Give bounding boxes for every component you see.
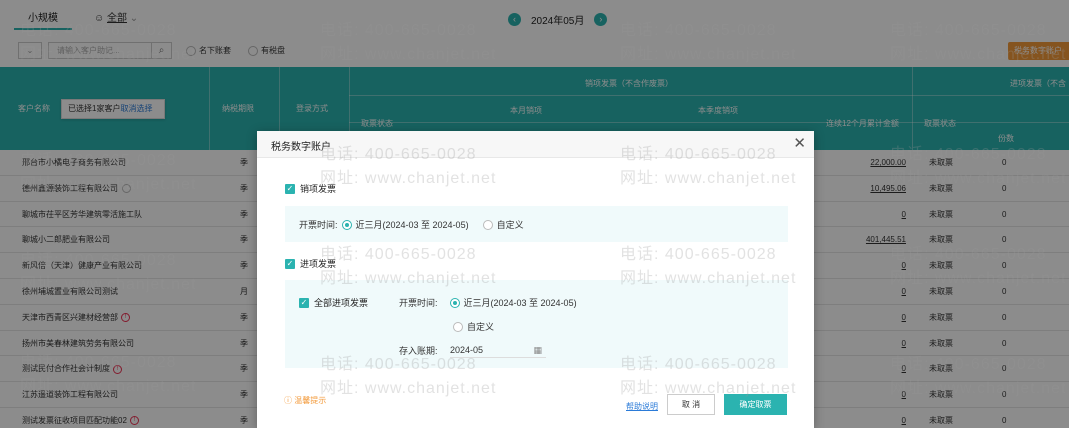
checkbox-checked-icon: ✓ bbox=[285, 258, 295, 269]
sales-options-panel: 开票时间: 近三月(2024-03 至 2024-05) 自定义 bbox=[285, 206, 788, 242]
sales-invoice-checkbox[interactable]: ✓ 销项发票 bbox=[285, 182, 336, 195]
checkbox-checked-icon: ✓ bbox=[299, 297, 309, 308]
tax-account-dialog: 税务数字账户 ✕ ✓ 销项发票 开票时间: 近三月(2024-03 至 2024… bbox=[257, 131, 814, 428]
radio-recent3-input[interactable] bbox=[449, 297, 460, 308]
all-input-checkbox[interactable]: ✓ 全部进项发票 bbox=[299, 296, 368, 309]
sales-open-time-label: 开票时间: bbox=[299, 220, 338, 230]
close-icon[interactable]: ✕ bbox=[793, 135, 806, 153]
recent3-input-label: 近三月(2024-03 至 2024-05) bbox=[463, 298, 577, 308]
account-period-label: 存入账期: bbox=[399, 346, 438, 356]
radio-recent3-sales[interactable] bbox=[341, 219, 352, 230]
sales-invoice-label: 销项发票 bbox=[300, 184, 337, 194]
info-icon: ⓘ bbox=[284, 396, 295, 405]
input-invoice-label: 进项发票 bbox=[300, 259, 337, 269]
custom-input-label: 自定义 bbox=[467, 322, 495, 332]
recent3-sales-label: 近三月(2024-03 至 2024-05) bbox=[355, 220, 469, 230]
radio-custom-sales[interactable] bbox=[482, 219, 493, 230]
all-input-label: 全部进项发票 bbox=[314, 298, 369, 308]
checkbox-checked-icon: ✓ bbox=[285, 183, 295, 194]
confirm-fetch-button[interactable]: 确定取票 bbox=[724, 394, 787, 415]
dialog-header: 税务数字账户 ✕ bbox=[257, 131, 814, 158]
input-invoice-checkbox[interactable]: ✓ 进项发票 bbox=[285, 257, 336, 270]
input-open-time-label: 开票时间: bbox=[399, 298, 438, 308]
dialog-title: 税务数字账户 bbox=[271, 142, 331, 153]
custom-sales-label: 自定义 bbox=[496, 220, 524, 230]
help-link[interactable]: 帮助说明 bbox=[626, 401, 658, 412]
cancel-button[interactable]: 取 消 bbox=[667, 394, 715, 415]
account-period-value: 2024-05 bbox=[450, 345, 484, 355]
calendar-icon[interactable]: ▦ bbox=[533, 342, 542, 358]
warm-tip[interactable]: ⓘ 温馨提示 bbox=[284, 395, 326, 406]
radio-custom-input[interactable] bbox=[453, 321, 463, 332]
warm-tip-label: 温馨提示 bbox=[294, 396, 327, 405]
account-period-field[interactable]: 2024-05 ▦ bbox=[450, 342, 546, 358]
